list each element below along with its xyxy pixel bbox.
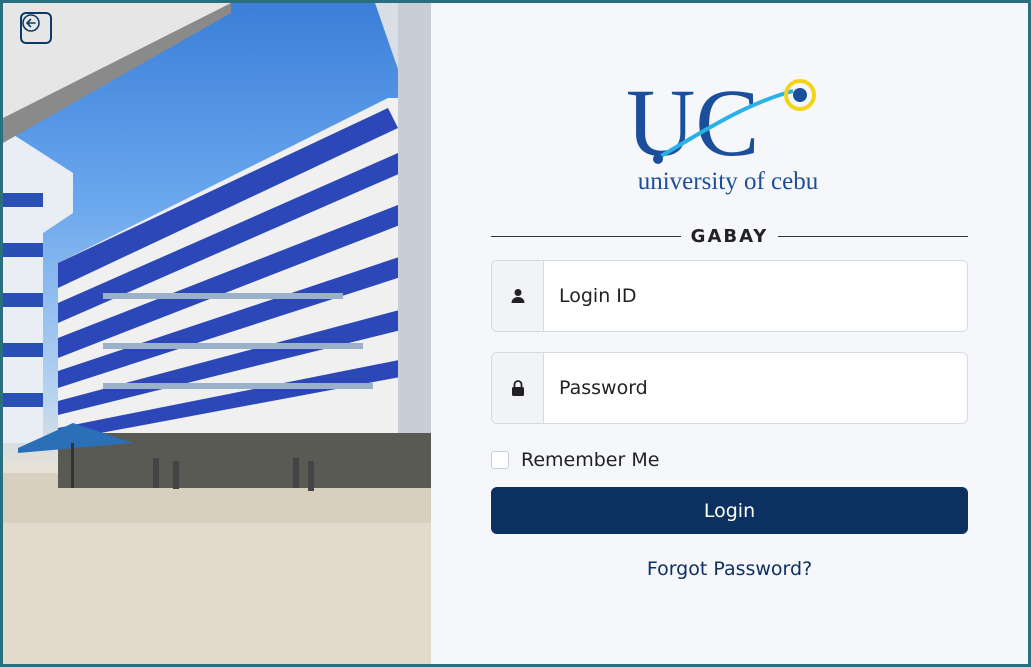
remember-me-checkbox[interactable] (491, 451, 509, 469)
forgot-password-link[interactable]: Forgot Password? (491, 558, 968, 580)
login-panel: UC university of cebu GABAY Login ID Rem… (431, 3, 1028, 664)
password-addon (492, 353, 544, 423)
login-id-input[interactable] (544, 261, 967, 331)
campus-building-image (3, 3, 431, 664)
brand-divider: GABAY (491, 223, 969, 249)
login-screen: UC university of cebu GABAY Login ID Rem… (3, 3, 1028, 664)
login-id-field (491, 260, 968, 332)
lock-icon (511, 380, 524, 396)
back-button[interactable] (20, 12, 52, 44)
divider-line-left (491, 235, 681, 237)
user-icon (511, 289, 524, 303)
arrow-left-icon (22, 14, 40, 32)
campus-photo (3, 3, 431, 664)
password-field (491, 352, 968, 424)
remember-me-label[interactable]: Remember Me (521, 449, 659, 471)
app-name: GABAY (690, 225, 769, 247)
svg-text:university of cebu: university of cebu (638, 168, 819, 195)
password-input[interactable] (544, 353, 967, 423)
login-id-addon (492, 261, 544, 331)
university-logo: UC university of cebu (618, 69, 838, 195)
login-button[interactable]: Login (491, 487, 968, 534)
remember-me-row: Remember Me (491, 449, 659, 471)
svg-text:UC: UC (626, 73, 759, 176)
divider-line-right (778, 235, 969, 237)
